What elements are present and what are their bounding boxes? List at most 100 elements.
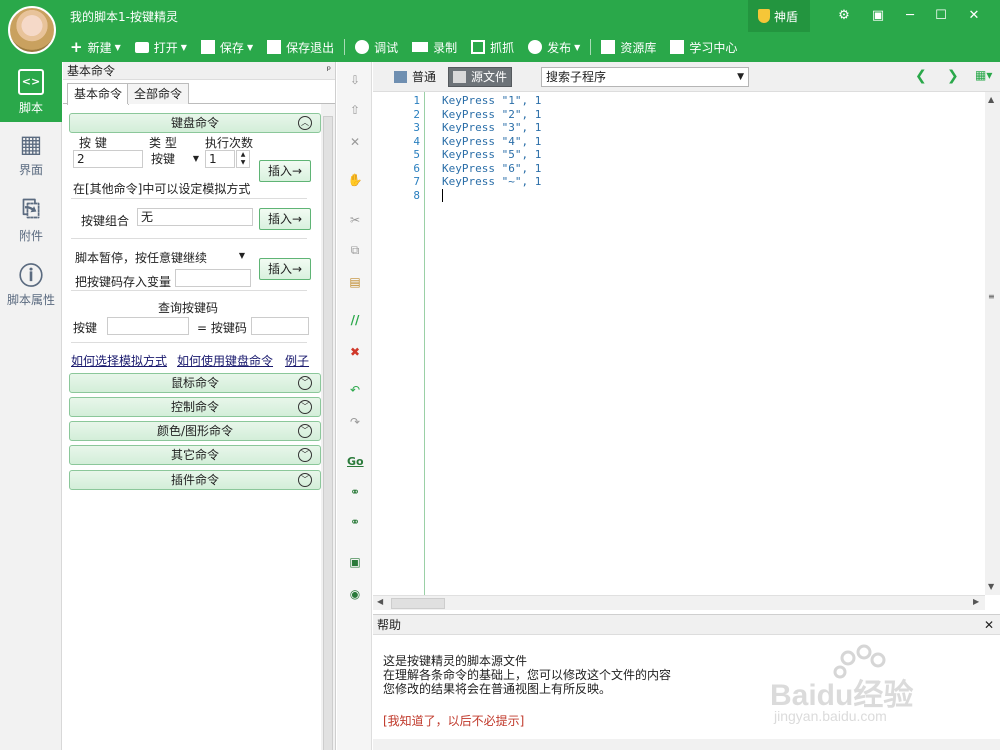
code-line[interactable]: KeyPress "6", 1 bbox=[442, 162, 541, 175]
type-select[interactable]: 按键 ▼ bbox=[151, 150, 201, 168]
learning-center-button[interactable]: 学习中心 bbox=[670, 39, 737, 56]
tab-source-view[interactable]: 源文件 bbox=[448, 67, 513, 87]
goto-icon[interactable]: Go bbox=[347, 454, 364, 470]
chevron-down-icon[interactable]: ▼ bbox=[574, 43, 580, 52]
combo-input[interactable]: 无 bbox=[137, 208, 253, 226]
chevron-right-icon[interactable]: ❯ bbox=[947, 68, 959, 84]
scroll-left-icon[interactable]: ◀ bbox=[377, 597, 383, 606]
key-input[interactable]: 2 bbox=[73, 150, 143, 168]
grab-button[interactable]: 抓抓 bbox=[471, 39, 514, 56]
link-simulation-mode[interactable]: 如何选择模拟方式 bbox=[71, 352, 167, 369]
tab-all-commands[interactable]: 全部命令 bbox=[127, 83, 190, 104]
uncomment-icon[interactable]: ✖ bbox=[347, 344, 363, 360]
panel-scrollbar[interactable] bbox=[321, 104, 335, 750]
scroll-grip-icon[interactable]: ≡ bbox=[988, 292, 995, 301]
user-avatar[interactable] bbox=[8, 6, 56, 54]
count-stepper[interactable]: ▲ ▼ bbox=[236, 150, 250, 168]
scrollbar-thumb[interactable] bbox=[323, 116, 333, 750]
code-line[interactable]: KeyPress "3", 1 bbox=[442, 121, 541, 134]
chevron-down-icon[interactable]: ﹀ bbox=[298, 424, 312, 438]
scrollbar-thumb[interactable] bbox=[391, 598, 445, 609]
debug-button[interactable]: 调试 bbox=[355, 39, 398, 56]
redo-icon[interactable]: ↷ bbox=[347, 414, 363, 430]
pause-select[interactable]: ▼ bbox=[209, 247, 247, 265]
count-input[interactable]: 1 bbox=[205, 150, 235, 168]
tab-normal-view[interactable]: 普通 bbox=[389, 67, 441, 87]
copy-icon[interactable]: ⧉ bbox=[347, 242, 363, 258]
minimize-button[interactable]: ─ bbox=[896, 4, 924, 26]
title-bar: 我的脚本1-按键精灵 神盾 ⚙ ▣ ─ ☐ ✕ + 新建 ▼ 打开 ▼ 保存 ▼… bbox=[0, 0, 1000, 62]
skin-button[interactable]: ▣ bbox=[864, 4, 892, 26]
chevron-up-icon[interactable]: ︿ bbox=[298, 116, 312, 130]
subroutine-search-select[interactable]: 搜索子程序 ▼ bbox=[541, 67, 749, 87]
chevron-down-icon[interactable]: ▼ bbox=[181, 43, 187, 52]
code-line[interactable]: KeyPress "2", 1 bbox=[442, 108, 541, 121]
nav-item-ui[interactable]: ▦ 界面 bbox=[0, 124, 62, 184]
nav-item-properties[interactable]: ⓘ 脚本属性 bbox=[0, 254, 62, 314]
gear-icon: ⚙ bbox=[838, 7, 850, 23]
query-code-output[interactable] bbox=[251, 317, 309, 335]
group-plugin-commands[interactable]: 插件命令 ﹀ bbox=[69, 470, 321, 490]
code-line[interactable]: KeyPress "~", 1 bbox=[442, 175, 541, 188]
chevron-left-icon[interactable]: ❮ bbox=[915, 68, 927, 84]
close-button[interactable]: ✕ bbox=[960, 4, 988, 26]
group-control-commands[interactable]: 控制命令 ﹀ bbox=[69, 397, 321, 417]
insert-key-button[interactable]: 插入→ bbox=[259, 160, 311, 182]
resource-button[interactable]: 资源库 bbox=[601, 39, 656, 56]
code-line[interactable]: KeyPress "5", 1 bbox=[442, 148, 541, 161]
insert-combo-button[interactable]: 插入→ bbox=[259, 208, 311, 230]
syntax-check-icon[interactable]: ▣ bbox=[347, 554, 363, 570]
find-icon[interactable]: ⚭ bbox=[347, 484, 363, 500]
store-variable-input[interactable] bbox=[175, 269, 251, 287]
dismiss-tip-link[interactable]: [我知道了，以后不必提示] bbox=[383, 712, 524, 729]
new-button[interactable]: + 新建 ▼ bbox=[70, 38, 121, 56]
maximize-button[interactable]: ☐ bbox=[927, 4, 955, 26]
chevron-down-icon[interactable]: ﹀ bbox=[298, 473, 312, 487]
query-key-input[interactable] bbox=[107, 317, 189, 335]
scroll-right-icon[interactable]: ▶ bbox=[973, 597, 979, 606]
replace-icon[interactable]: ⚭ bbox=[347, 514, 363, 530]
tab-basic-commands[interactable]: 基本命令 bbox=[67, 83, 130, 105]
shield-button[interactable]: 神盾 bbox=[748, 0, 810, 32]
group-color-commands[interactable]: 颜色/图形命令 ﹀ bbox=[69, 421, 321, 441]
hand-icon[interactable]: ✋ bbox=[347, 172, 363, 188]
undo-icon[interactable]: ↶ bbox=[347, 382, 363, 398]
code-line[interactable]: KeyPress "4", 1 bbox=[442, 135, 541, 148]
scroll-down-icon[interactable]: ▼ bbox=[988, 582, 994, 591]
chevron-down-icon[interactable]: ﹀ bbox=[298, 400, 312, 414]
comment-icon[interactable]: // bbox=[347, 312, 363, 328]
cut-icon[interactable]: ✂ bbox=[347, 212, 363, 228]
preview-eye-icon[interactable]: ◉ bbox=[347, 586, 363, 602]
publish-button[interactable]: 发布 ▼ bbox=[528, 39, 580, 56]
paste-icon[interactable]: ▤ bbox=[347, 274, 363, 290]
link-keyboard-usage[interactable]: 如何使用键盘命令 bbox=[177, 352, 273, 369]
insert-pause-button[interactable]: 插入→ bbox=[259, 258, 311, 280]
close-icon[interactable]: ✕ bbox=[984, 615, 994, 635]
code-line[interactable]: KeyPress "1", 1 bbox=[442, 94, 541, 107]
group-keyboard-commands[interactable]: 键盘命令 ︿ bbox=[69, 113, 321, 133]
link-example[interactable]: 例子 bbox=[285, 352, 309, 369]
group-other-commands[interactable]: 其它命令 ﹀ bbox=[69, 445, 321, 465]
nav-item-attachment[interactable]: ⎘ 附件 bbox=[0, 190, 62, 250]
save-exit-button[interactable]: 保存退出 bbox=[267, 39, 334, 56]
save-button[interactable]: 保存 ▼ bbox=[200, 39, 253, 56]
code-editor[interactable]: 1 2 3 4 5 6 7 8 KeyPress "1", 1 KeyPress… bbox=[373, 92, 985, 595]
editor-horizontal-scrollbar[interactable]: ◀ ▶ bbox=[373, 595, 985, 610]
chevron-down-icon[interactable]: ▼ bbox=[115, 43, 121, 52]
layout-icon[interactable]: ▦▾ bbox=[975, 68, 992, 82]
open-button[interactable]: 打开 ▼ bbox=[134, 39, 187, 56]
chevron-down-icon[interactable]: ﹀ bbox=[298, 448, 312, 462]
chevron-down-icon[interactable]: ﹀ bbox=[298, 376, 312, 390]
editor-vertical-scrollbar[interactable]: ▲ ≡ ▼ bbox=[985, 92, 1000, 595]
settings-button[interactable]: ⚙ bbox=[830, 4, 858, 26]
move-down-icon[interactable]: ⇩ bbox=[347, 72, 363, 88]
delete-icon[interactable]: ✕ bbox=[347, 134, 363, 150]
nav-item-script[interactable]: <> 脚本 bbox=[0, 62, 62, 122]
move-up-icon[interactable]: ⇧ bbox=[347, 102, 363, 118]
record-button[interactable]: 录制 bbox=[412, 39, 457, 56]
group-mouse-commands[interactable]: 鼠标命令 ﹀ bbox=[69, 373, 321, 393]
scroll-up-icon[interactable]: ▲ bbox=[988, 95, 994, 104]
pin-icon[interactable]: ᵖ bbox=[327, 62, 331, 80]
chevron-down-icon[interactable]: ▼ bbox=[247, 43, 253, 52]
help-scrollbar[interactable] bbox=[373, 739, 1000, 750]
